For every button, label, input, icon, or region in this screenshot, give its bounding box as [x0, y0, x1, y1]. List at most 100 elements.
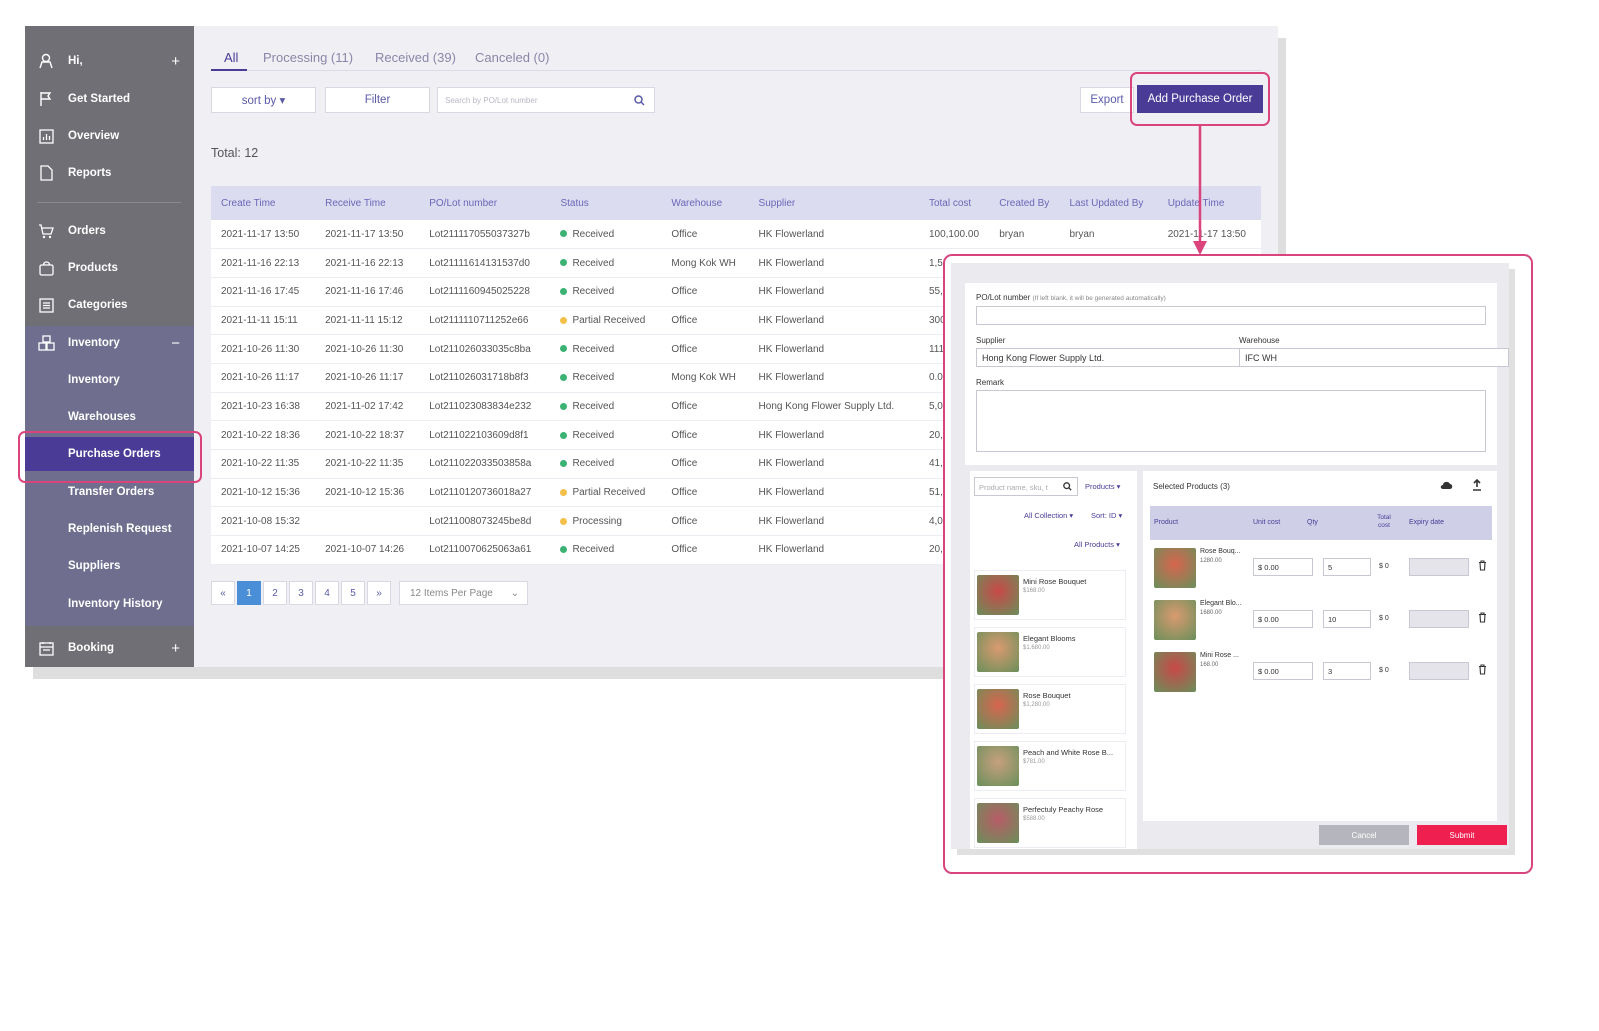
unit-cost-input[interactable]: $ 0.00: [1253, 610, 1313, 628]
per-page-select[interactable]: 12 Items Per Page ⌄: [399, 581, 528, 605]
export-button[interactable]: Export: [1080, 87, 1134, 113]
sidebar-item-inventory[interactable]: Inventory −: [25, 326, 194, 360]
remark-textarea[interactable]: [976, 390, 1486, 452]
column-header[interactable]: Create Time: [211, 186, 316, 220]
sidebar-item-label: Warehouses: [68, 411, 136, 423]
product-picker-panel: Product name, sku, t Products ▾ All Coll…: [970, 471, 1137, 849]
sort-by-dropdown[interactable]: sort by ▾: [211, 87, 316, 113]
column-header[interactable]: Status: [550, 186, 662, 220]
status-dot-icon: [560, 345, 568, 353]
expiry-date-input[interactable]: [1409, 662, 1469, 680]
cancel-button[interactable]: Cancel: [1319, 825, 1409, 845]
product-card[interactable]: Rose Bouquet $1,280.00: [974, 684, 1126, 734]
pagination-prev[interactable]: «: [211, 581, 235, 605]
search-icon[interactable]: [1063, 482, 1072, 491]
expiry-date-input[interactable]: [1409, 610, 1469, 628]
cell-create-time: 2021-10-12 15:36: [211, 478, 316, 508]
collection-dropdown[interactable]: All Collection ▾: [1024, 511, 1073, 520]
sidebar-user[interactable]: Hi, +: [25, 44, 194, 78]
product-search-input[interactable]: Product name, sku, t: [974, 477, 1078, 496]
sidebar-item-categories[interactable]: Categories: [25, 288, 194, 322]
qty-input[interactable]: 3: [1323, 662, 1371, 680]
submit-button[interactable]: Submit: [1417, 825, 1507, 845]
tab-all[interactable]: All: [224, 50, 238, 65]
products-dropdown[interactable]: Products ▾: [1085, 482, 1120, 491]
sidebar-item-reports[interactable]: Reports: [25, 156, 194, 190]
cell-po-lot-number: Lot2110070625063a61: [419, 535, 551, 565]
cell-receive-time: 2021-10-26 11:17: [315, 363, 420, 393]
column-header[interactable]: Created By: [989, 186, 1060, 220]
plus-icon[interactable]: +: [171, 640, 180, 657]
column-header[interactable]: Warehouse: [661, 186, 749, 220]
sidebar-item-label: Orders: [68, 225, 106, 237]
product-name: Elegant Blooms: [1023, 634, 1076, 643]
cell-create-time: 2021-10-07 14:25: [211, 535, 316, 565]
pagination-page-3[interactable]: 3: [289, 581, 313, 605]
sidebar-divider: [37, 202, 181, 203]
cell-receive-time: 2021-11-17 13:50: [315, 220, 420, 250]
status-dot-icon: [560, 374, 568, 382]
status-dot-icon: [560, 517, 568, 525]
pagination-page-5[interactable]: 5: [341, 581, 365, 605]
unit-cost-input[interactable]: $ 0.00: [1253, 662, 1313, 680]
sidebar-item-overview[interactable]: Overview: [25, 119, 194, 153]
search-placeholder: Search by PO/Lot number: [445, 96, 538, 105]
column-header[interactable]: PO/Lot number: [419, 186, 551, 220]
pagination-page-1[interactable]: 1: [237, 581, 261, 605]
product-card[interactable]: Elegant Blooms $1,680.00: [974, 627, 1126, 677]
cloud-upload-icon[interactable]: [1440, 480, 1453, 490]
qty-input[interactable]: 5: [1323, 558, 1371, 576]
product-price: $168.00: [1023, 588, 1045, 594]
unit-cost-input[interactable]: $ 0.00: [1253, 558, 1313, 576]
search-icon[interactable]: [634, 95, 645, 106]
sidebar-item-products[interactable]: Products: [25, 251, 194, 285]
po-details-panel: PO/Lot number (If left blank, it will be…: [965, 283, 1509, 465]
tab-canceled[interactable]: Canceled (0): [475, 50, 549, 65]
product-card[interactable]: Mini Rose Bouquet $168.00: [974, 570, 1126, 620]
sidebar-subitem-inventory[interactable]: Inventory: [25, 363, 194, 397]
column-header[interactable]: Last Updated By: [1059, 186, 1158, 220]
sidebar-item-booking[interactable]: Booking +: [25, 631, 194, 665]
product-card[interactable]: Peach and White Rose B... $781.00: [974, 741, 1126, 791]
sidebar-item-get-started[interactable]: Get Started: [25, 82, 194, 116]
qty-input[interactable]: 10: [1323, 610, 1371, 628]
sort-dropdown[interactable]: Sort: ID ▾: [1091, 511, 1122, 520]
upload-icon[interactable]: [1472, 479, 1482, 491]
cell-po-lot-number: Lot211022103609d8f1: [419, 420, 551, 450]
tab-received[interactable]: Received (39): [375, 50, 456, 65]
tab-processing[interactable]: Processing (11): [263, 50, 353, 65]
sidebar-subitem-inventory-history[interactable]: Inventory History: [25, 587, 194, 621]
cell-supplier: HK Flowerland: [748, 420, 919, 450]
sidebar-subitem-warehouses[interactable]: Warehouses: [25, 400, 194, 434]
sidebar-item-orders[interactable]: Orders: [25, 214, 194, 248]
product-card[interactable]: Perfectuly Peachy Rose $588.00: [974, 798, 1126, 848]
cell-supplier: HK Flowerland: [748, 449, 919, 479]
cell-po-lot-number: Lot211008073245be8d: [419, 506, 551, 537]
status-text: Processing: [572, 515, 622, 527]
search-input[interactable]: Search by PO/Lot number: [437, 87, 655, 113]
trash-icon[interactable]: [1478, 560, 1487, 571]
plus-icon[interactable]: +: [171, 53, 180, 70]
cell-supplier: HK Flowerland: [748, 334, 919, 364]
supplier-select[interactable]: Hong Kong Flower Supply Ltd.: [976, 348, 1240, 367]
minus-icon[interactable]: −: [171, 335, 180, 352]
trash-icon[interactable]: [1478, 664, 1487, 675]
column-header[interactable]: Supplier: [748, 186, 919, 220]
warehouse-select[interactable]: IFC WH: [1239, 348, 1509, 367]
cell-warehouse: Office: [661, 334, 749, 364]
sidebar-subitem-replenish-request[interactable]: Replenish Request: [25, 512, 194, 546]
filter-button[interactable]: Filter: [325, 87, 430, 113]
trash-icon[interactable]: [1478, 612, 1487, 623]
pagination-page-4[interactable]: 4: [315, 581, 339, 605]
po-number-input[interactable]: [976, 306, 1486, 325]
expiry-date-input[interactable]: [1409, 558, 1469, 576]
all-products-dropdown[interactable]: All Products ▾: [1074, 540, 1120, 549]
list-icon: [37, 296, 55, 314]
pagination-next[interactable]: »: [367, 581, 391, 605]
sidebar-subitem-suppliers[interactable]: Suppliers: [25, 549, 194, 583]
column-header[interactable]: Total cost: [918, 186, 990, 220]
product-price: $781.00: [1023, 759, 1045, 765]
column-header[interactable]: Receive Time: [315, 186, 420, 220]
pagination-page-2[interactable]: 2: [263, 581, 287, 605]
table-row[interactable]: 2021-11-17 13:50 2021-11-17 13:50 Lot21111…: [211, 220, 1261, 250]
